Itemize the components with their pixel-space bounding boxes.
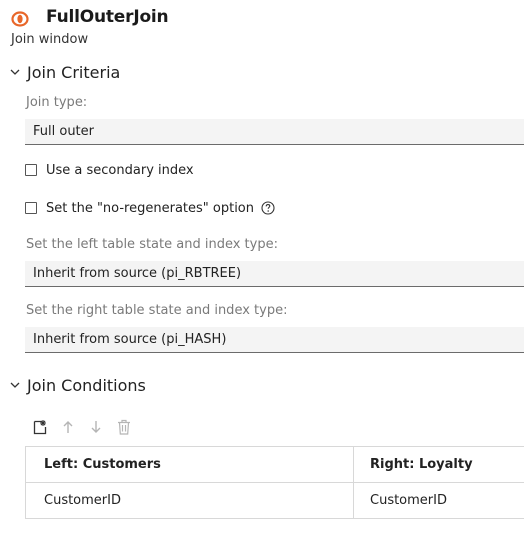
move-down-icon <box>91 421 101 433</box>
left-index-field[interactable]: Inherit from source (pi_RBTREE) <box>25 261 524 287</box>
secondary-index-option[interactable]: Use a secondary index <box>25 161 194 179</box>
move-down-button[interactable] <box>88 418 104 436</box>
section-title: Join Conditions <box>27 375 146 395</box>
add-condition-icon <box>33 420 47 435</box>
join-conditions-header[interactable]: Join Conditions <box>9 374 146 396</box>
column-header-right[interactable]: Right: Loyalty <box>354 447 524 482</box>
secondary-index-checkbox[interactable] <box>25 164 37 176</box>
left-index-label: Set the left table state and index type: <box>26 237 278 252</box>
right-index-label: Set the right table state and index type… <box>26 303 288 318</box>
window-header: FullOuterJoin Join window <box>10 4 524 50</box>
join-conditions-table: Left: Customers Right: Loyalty CustomerI… <box>25 446 524 519</box>
help-icon[interactable] <box>261 201 275 215</box>
section-title: Join Criteria <box>27 62 121 82</box>
secondary-index-label: Use a secondary index <box>46 162 194 178</box>
no-regenerates-label: Set the "no-regenerates" option <box>46 200 254 216</box>
page-title: FullOuterJoin <box>46 7 169 27</box>
page-subtitle: Join window <box>11 32 89 47</box>
move-up-icon <box>63 421 73 433</box>
table-header-row: Left: Customers Right: Loyalty <box>26 447 524 483</box>
right-index-field[interactable]: Inherit from source (pi_HASH) <box>25 327 524 353</box>
join-type-field[interactable]: Full outer <box>25 119 524 145</box>
chevron-down-icon <box>10 382 20 388</box>
add-condition-button[interactable] <box>32 418 48 436</box>
column-header-left[interactable]: Left: Customers <box>26 447 354 482</box>
table-row[interactable]: CustomerID CustomerID <box>26 483 524 519</box>
delete-icon <box>118 419 130 435</box>
table-cell-right[interactable]: CustomerID <box>354 483 524 518</box>
no-regenerates-checkbox[interactable] <box>25 202 37 214</box>
join-window-icon <box>11 11 29 27</box>
join-criteria-header[interactable]: Join Criteria <box>9 61 120 83</box>
table-cell-left[interactable]: CustomerID <box>26 483 354 518</box>
join-type-label: Join type: <box>26 95 88 110</box>
chevron-down-icon <box>10 69 20 75</box>
delete-button[interactable] <box>116 418 132 436</box>
no-regenerates-option[interactable]: Set the "no-regenerates" option <box>25 199 275 217</box>
move-up-button[interactable] <box>60 418 76 436</box>
conditions-toolbar <box>32 417 144 437</box>
